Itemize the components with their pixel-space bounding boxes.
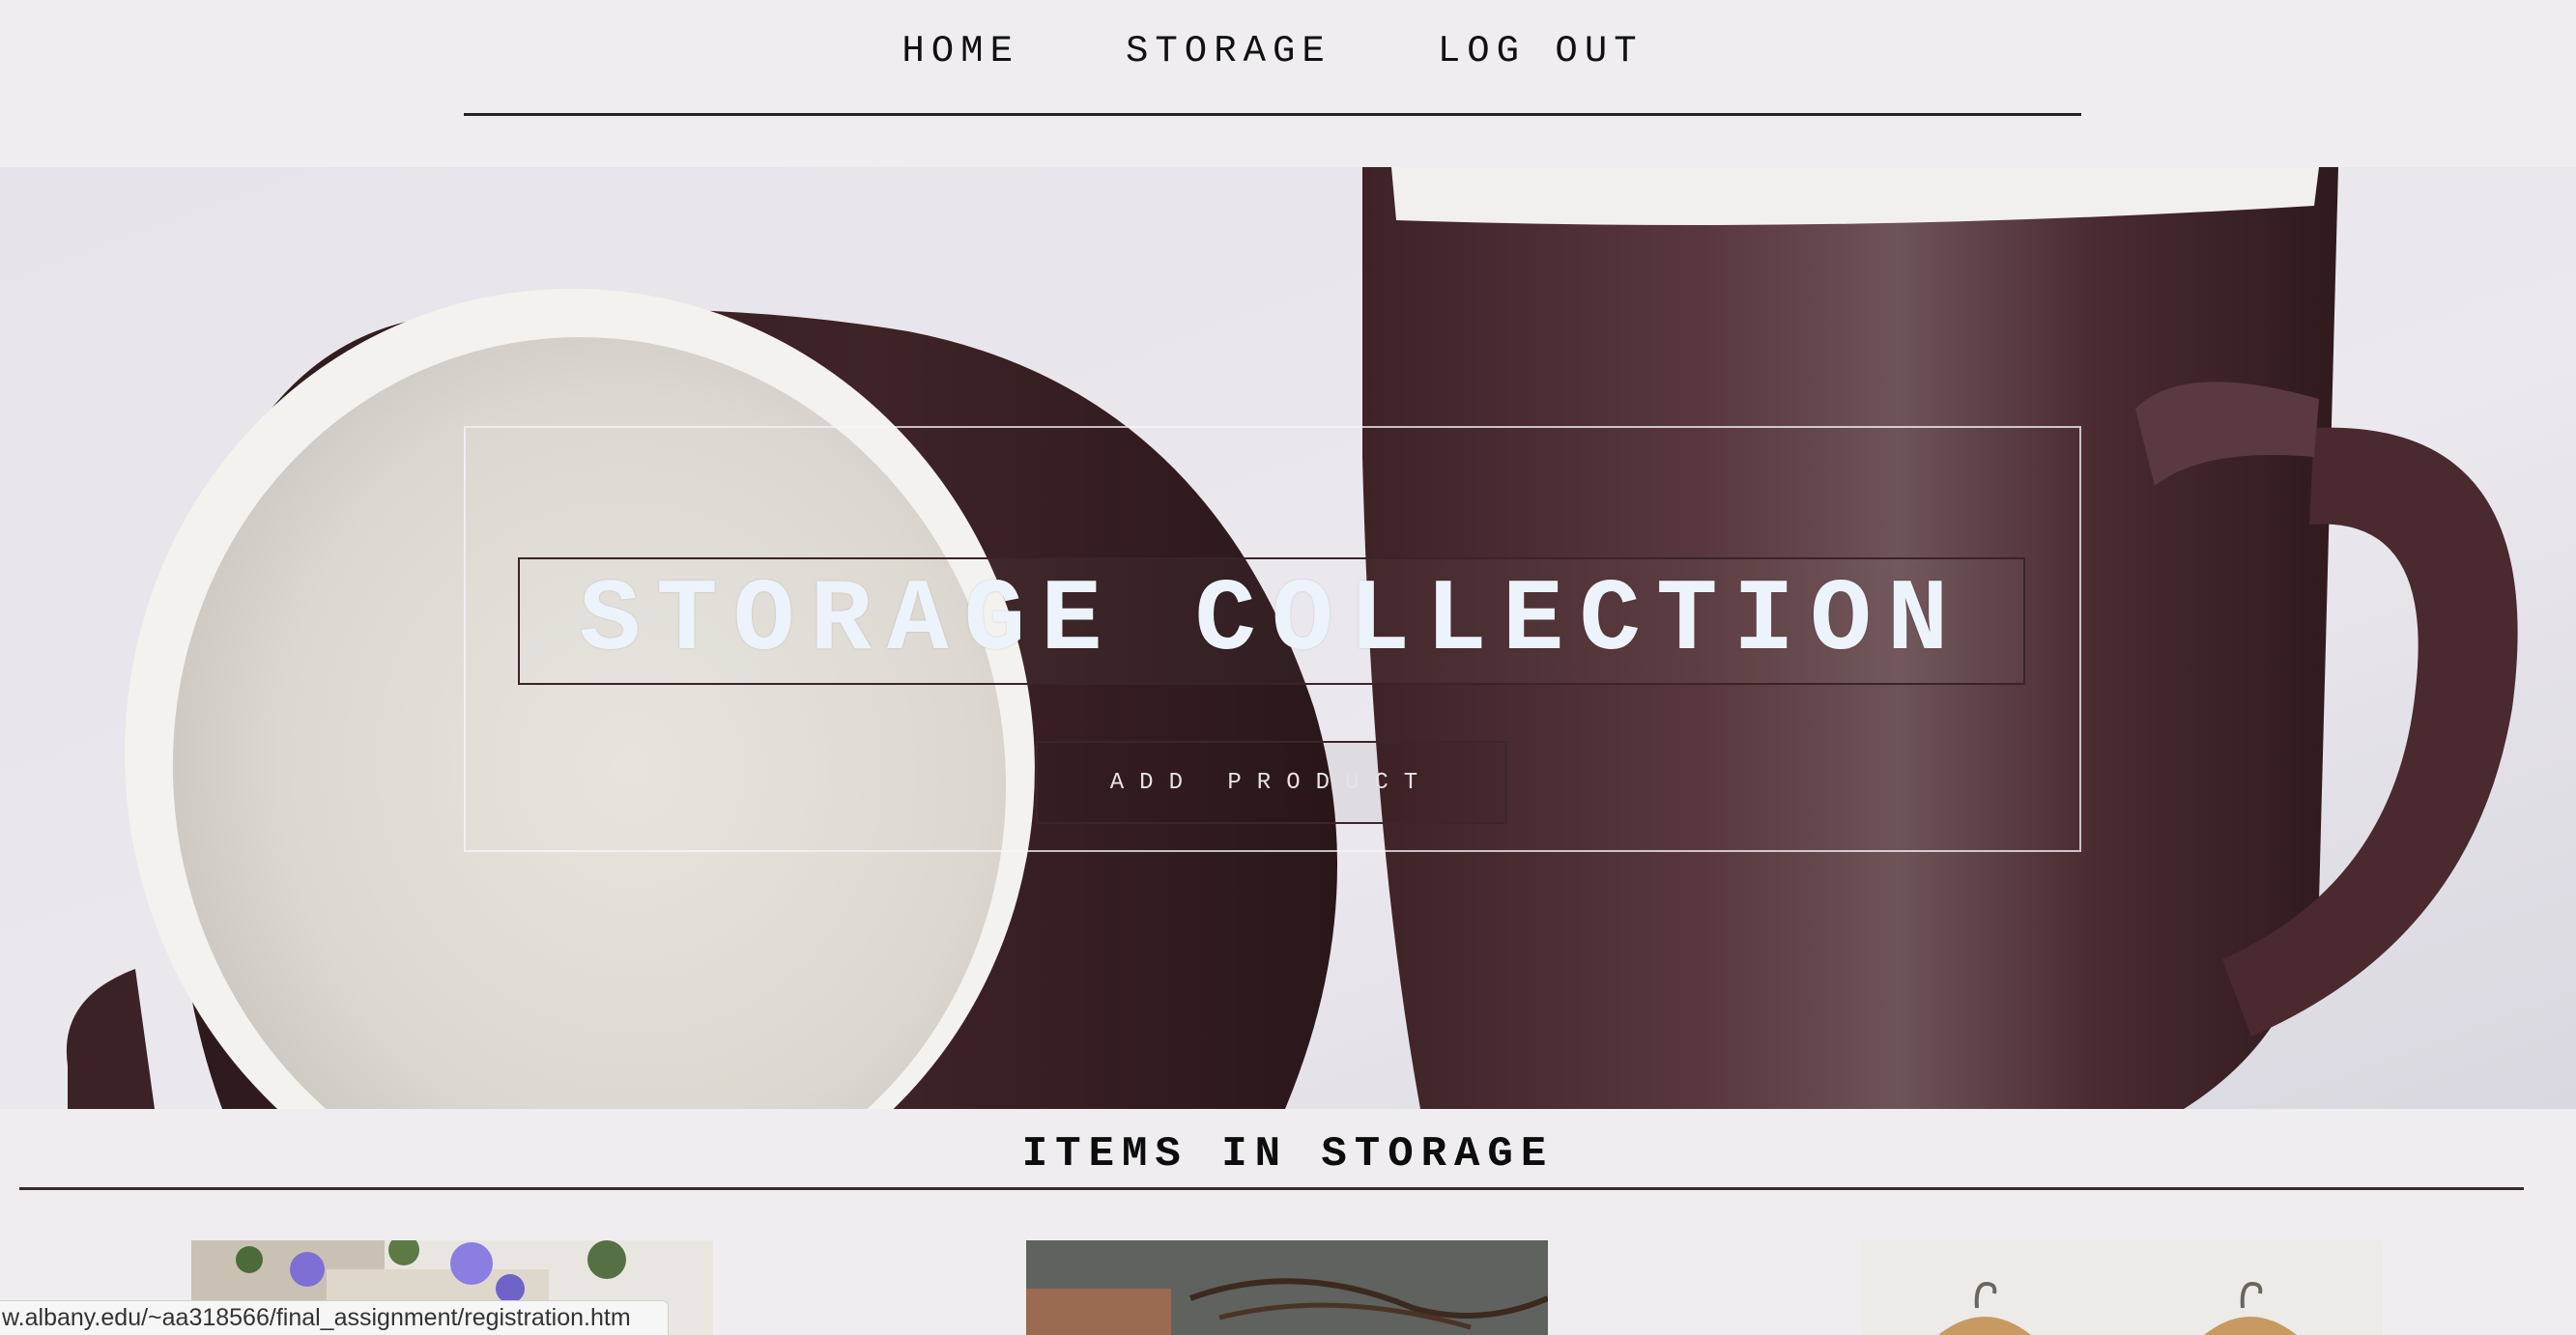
nav-storage-link[interactable]: STORAGE xyxy=(1126,30,1331,72)
add-product-button[interactable]: ADD PRODUCT xyxy=(1036,741,1507,824)
product-thumbnail[interactable] xyxy=(1861,1240,2383,1335)
leather-goods-image xyxy=(1026,1240,1548,1335)
hero-banner: STORAGE COLLECTION ADD PRODUCT xyxy=(0,167,2576,1109)
nav-home-link[interactable]: HOME xyxy=(902,30,1019,72)
nav-logout-link[interactable]: LOG OUT xyxy=(1438,30,1644,72)
section-divider xyxy=(19,1187,2524,1190)
product-thumbnail[interactable] xyxy=(1026,1240,1548,1335)
status-bar-url: w.albany.edu/~aa318566/final_assignment/… xyxy=(0,1300,669,1335)
hero-title: STORAGE COLLECTION xyxy=(518,557,2025,685)
top-nav: HOME STORAGE LOG OUT xyxy=(464,0,2081,116)
wooden-hangers-image xyxy=(1861,1240,2383,1335)
section-title: ITEMS IN STORAGE xyxy=(1021,1130,1555,1179)
page: HOME STORAGE LOG OUT STORAGE COLLECTION … xyxy=(0,0,2576,1335)
